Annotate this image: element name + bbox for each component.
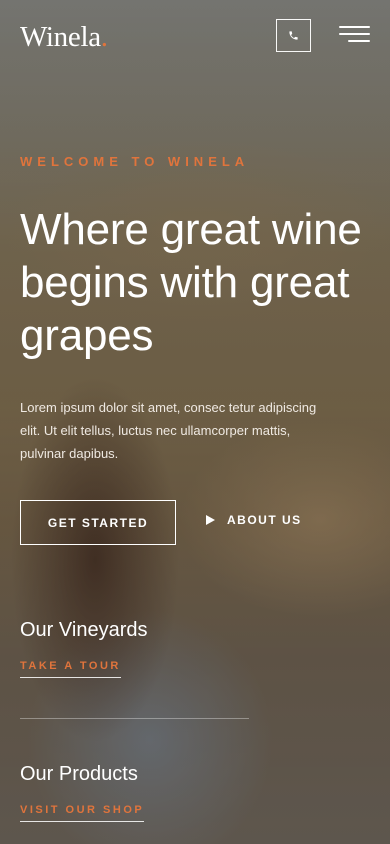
visit-our-shop-link[interactable]: VISIT OUR SHOP xyxy=(20,803,145,822)
play-icon xyxy=(206,515,215,525)
hamburger-menu-icon-line xyxy=(348,40,370,42)
take-a-tour-link[interactable]: TAKE A TOUR xyxy=(20,659,121,678)
phone-button[interactable] xyxy=(276,19,311,52)
vineyards-title: Our Vineyards xyxy=(20,619,148,641)
hamburger-menu-button[interactable] xyxy=(339,25,370,43)
section-divider xyxy=(20,718,249,719)
hamburger-menu-icon-line xyxy=(339,33,370,35)
about-us-label: ABOUT US xyxy=(227,513,302,527)
logo-dot: . xyxy=(100,21,108,53)
hero-section: Winela. WELCOME TO WINELA Where great wi… xyxy=(0,0,390,844)
get-started-label: GET STARTED xyxy=(47,515,149,530)
phone-icon xyxy=(289,31,298,40)
get-started-button[interactable]: GET STARTED xyxy=(20,500,176,545)
hero-eyebrow: WELCOME TO WINELA xyxy=(20,154,250,169)
about-us-link[interactable]: ABOUT US xyxy=(206,511,302,529)
hamburger-menu-icon-line xyxy=(339,26,370,28)
hero-headline: Where great wine begins with great grape… xyxy=(20,205,362,360)
logo-text: Winela xyxy=(20,21,101,53)
products-title: Our Products xyxy=(20,763,138,785)
hero-intro-text: Lorem ipsum dolor sit amet, consec tetur… xyxy=(20,400,317,461)
site-logo[interactable]: Winela. xyxy=(20,20,108,54)
